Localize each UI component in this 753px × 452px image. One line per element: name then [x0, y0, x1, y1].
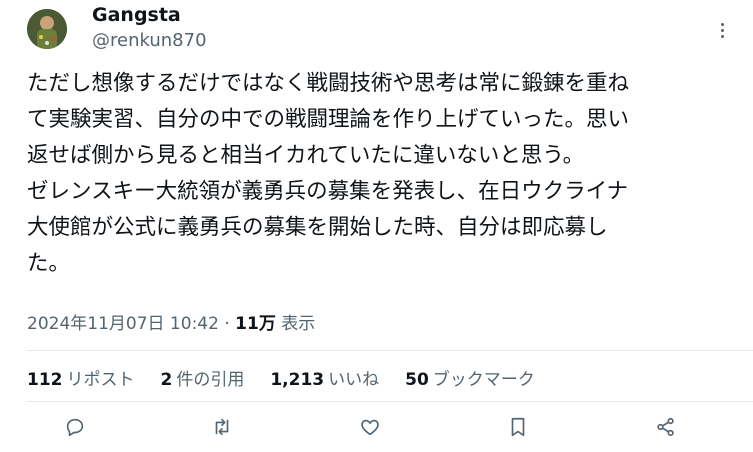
tweet-text-line: 大使館が公式に義勇兵の募集を開始した時、自分は即応募し [27, 215, 608, 240]
meta-separator: · [218, 314, 236, 334]
engagement-stats: 112 リポスト 2 件の引用 1,213 いいね 50 ブックマーク [27, 365, 561, 390]
repost-button[interactable] [207, 412, 237, 442]
divider [27, 401, 753, 402]
repost-icon [215, 418, 229, 436]
user-handle[interactable]: @renkun870 [92, 30, 207, 51]
more-options-icon[interactable] [712, 18, 732, 42]
heart-icon [361, 419, 379, 436]
bookmarks-stat[interactable]: 50 ブックマーク [405, 365, 535, 390]
divider [27, 350, 753, 351]
timestamp-link[interactable]: 2024年11月07日 10:42 [27, 314, 219, 334]
like-button[interactable] [355, 412, 385, 442]
bookmark-icon [511, 417, 525, 437]
quotes-label: 件の引用 [176, 370, 245, 390]
bookmark-button[interactable] [503, 412, 533, 442]
tweet-meta: 2024年11月07日 10:42 · 11万 表示 [27, 309, 315, 334]
tweet-text-line: 返せば側から見ると相当イカれていたに違いないと思う。 [27, 143, 585, 168]
reposts-count: 112 [27, 370, 63, 390]
likes-count: 1,213 [270, 370, 325, 390]
bookmarks-count: 50 [405, 370, 429, 390]
reposts-label: リポスト [66, 370, 135, 390]
tweet-text-line: た。 [27, 251, 71, 276]
reply-icon [66, 418, 84, 437]
views-label: 表示 [275, 314, 316, 334]
reposts-stat[interactable]: 112 リポスト [27, 365, 135, 390]
tweet-text: ただし想像するだけではなく戦闘技術や思考は常に鍛錬を重ね て実験実習、自分の中で… [27, 66, 737, 282]
avatar[interactable] [27, 9, 67, 49]
likes-stat[interactable]: 1,213 いいね [270, 365, 379, 390]
quotes-count: 2 [160, 370, 173, 390]
tweet-text-line: ただし想像するだけではなく戦闘技術や思考は常に鍛錬を重ね [27, 71, 630, 96]
reply-button[interactable] [60, 412, 90, 442]
share-button[interactable] [651, 412, 681, 442]
quotes-stat[interactable]: 2 件の引用 [161, 365, 245, 390]
views-link[interactable]: 11万 表示 [235, 314, 315, 334]
tweet-text-line: て実験実習、自分の中での戦闘理論を作り上げていった。思い [27, 107, 630, 132]
display-name[interactable]: Gangsta [92, 4, 181, 26]
views-count: 11万 [235, 314, 276, 334]
avatar-image [27, 9, 67, 49]
action-bar [0, 412, 753, 442]
share-icon [657, 417, 674, 437]
likes-label: いいね [328, 370, 380, 390]
tweet-text-line: ゼレンスキー大統領が義勇兵の募集を発表し、在日ウクライナ [27, 179, 629, 204]
bookmarks-label: ブックマーク [432, 370, 535, 390]
